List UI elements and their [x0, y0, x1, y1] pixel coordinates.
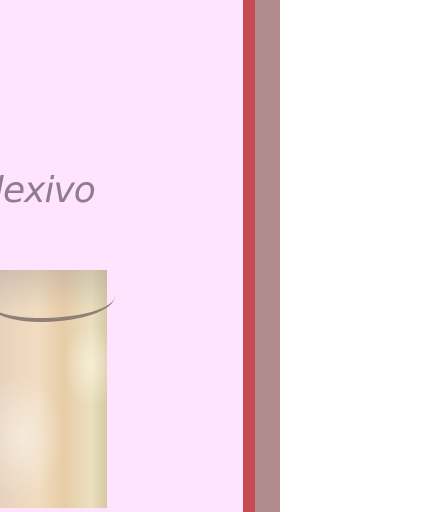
panel-border-mauve [255, 0, 280, 512]
heading-text: lexivo [0, 170, 96, 211]
blank-area [280, 0, 433, 512]
panel-border-red [243, 0, 255, 512]
photo-image [0, 270, 115, 508]
content-panel: lexivo [0, 0, 243, 512]
